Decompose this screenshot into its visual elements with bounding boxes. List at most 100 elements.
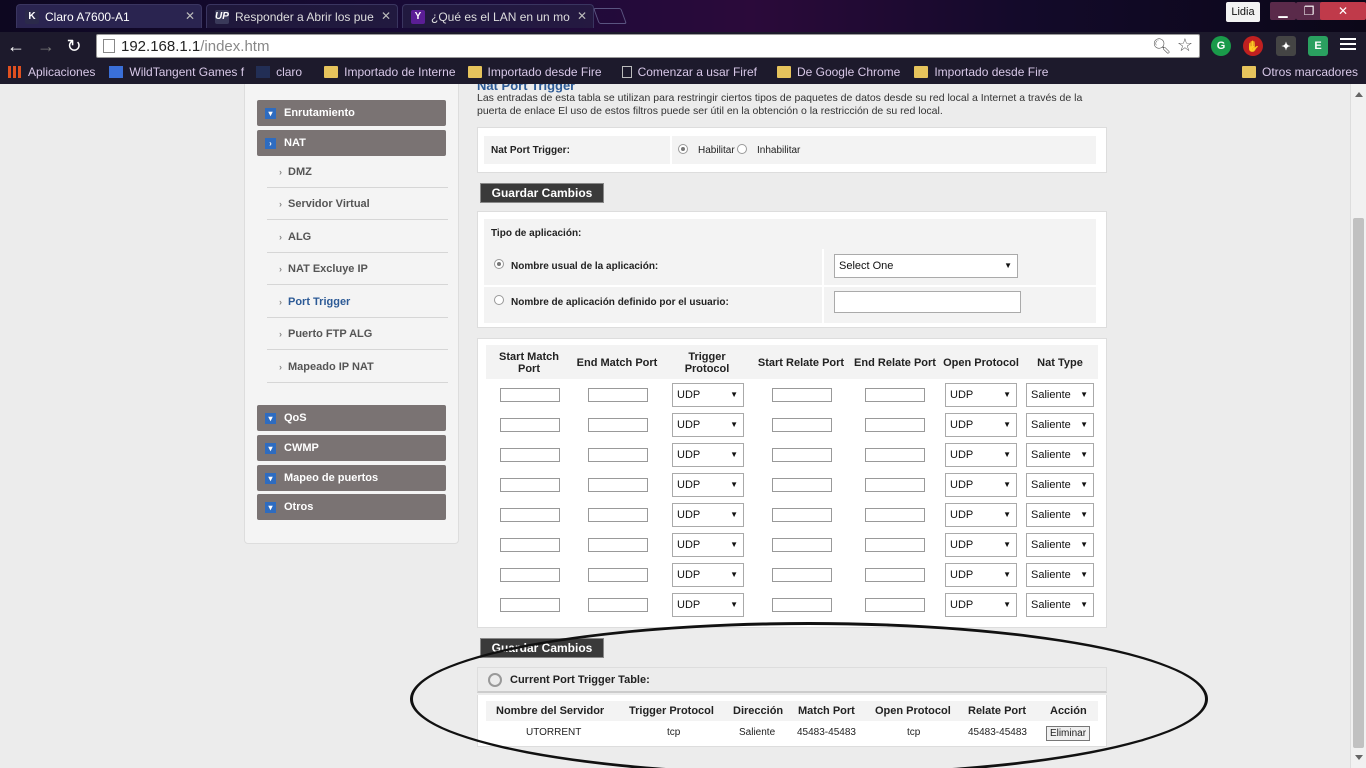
open-protocol-select[interactable]: UDP ▼	[945, 443, 1017, 467]
close-icon[interactable]: ✕	[577, 9, 587, 23]
start-relate-port-input[interactable]	[772, 418, 832, 432]
end-relate-port-input[interactable]	[865, 568, 925, 582]
user-app-radio[interactable]	[494, 295, 504, 305]
end-relate-port-input[interactable]	[865, 448, 925, 462]
open-protocol-select[interactable]: UDP ▼	[945, 533, 1017, 557]
restore-icon[interactable]: ❐	[1296, 2, 1322, 20]
disable-radio[interactable]	[737, 144, 747, 154]
adblock-icon[interactable]: ✋	[1243, 36, 1263, 56]
start-relate-port-input[interactable]	[772, 478, 832, 492]
bookmark-star-icon[interactable]: ☆	[1177, 35, 1193, 56]
trigger-protocol-select[interactable]: UDP ▼	[672, 593, 744, 617]
start-relate-port-input[interactable]	[772, 598, 832, 612]
nat-type-select[interactable]: Saliente ▼	[1026, 593, 1094, 617]
tab-claro[interactable]: K Claro A7600-A1 ✕	[16, 4, 202, 28]
trigger-protocol-select[interactable]: UDP ▼	[672, 563, 744, 587]
extension-icon[interactable]: ✦	[1276, 36, 1296, 56]
scroll-up-icon[interactable]	[1355, 92, 1363, 97]
menu-icon[interactable]	[1340, 38, 1356, 52]
start-match-port-input[interactable]	[500, 538, 560, 552]
open-protocol-select[interactable]: UDP ▼	[945, 473, 1017, 497]
sidebar-item-dmz[interactable]: › DMZ	[267, 156, 448, 188]
grammarly-icon[interactable]: G	[1211, 36, 1231, 56]
delete-button[interactable]: Eliminar	[1046, 726, 1090, 741]
start-relate-port-input[interactable]	[772, 448, 832, 462]
end-match-port-input[interactable]	[588, 538, 648, 552]
nat-type-select[interactable]: Saliente ▼	[1026, 383, 1094, 407]
start-relate-port-input[interactable]	[772, 388, 832, 402]
start-match-port-input[interactable]	[500, 388, 560, 402]
nat-type-select[interactable]: Saliente ▼	[1026, 413, 1094, 437]
start-relate-port-input[interactable]	[772, 538, 832, 552]
start-match-port-input[interactable]	[500, 418, 560, 432]
sidebar-section-qos[interactable]: ▾ QoS	[257, 405, 446, 431]
bookmark-folder[interactable]: De Google Chrome	[776, 65, 900, 79]
start-match-port-input[interactable]	[500, 448, 560, 462]
end-relate-port-input[interactable]	[865, 508, 925, 522]
minimize-icon[interactable]: ▁	[1270, 2, 1296, 20]
open-protocol-select[interactable]: UDP ▼	[945, 383, 1017, 407]
sidebar-section-cwmp[interactable]: ▾ CWMP	[257, 435, 446, 461]
end-match-port-input[interactable]	[588, 598, 648, 612]
enable-radio[interactable]	[678, 144, 688, 154]
trigger-protocol-select[interactable]: UDP ▼	[672, 503, 744, 527]
scrollbar-thumb[interactable]	[1353, 218, 1364, 748]
sidebar-item-alg[interactable]: › ALG	[267, 221, 448, 253]
common-app-select[interactable]: Select One ▼	[834, 254, 1018, 278]
end-match-port-input[interactable]	[588, 568, 648, 582]
trigger-protocol-select[interactable]: UDP ▼	[672, 473, 744, 497]
open-protocol-select[interactable]: UDP ▼	[945, 593, 1017, 617]
end-relate-port-input[interactable]	[865, 388, 925, 402]
nat-type-select[interactable]: Saliente ▼	[1026, 503, 1094, 527]
end-match-port-input[interactable]	[588, 418, 648, 432]
bookmark-page[interactable]: Comenzar a usar Firef	[621, 65, 757, 79]
trigger-protocol-select[interactable]: UDP ▼	[672, 443, 744, 467]
common-app-radio[interactable]	[494, 259, 504, 269]
start-match-port-input[interactable]	[500, 508, 560, 522]
sidebar-section-mapeo-de-puertos[interactable]: ▾ Mapeo de puertos	[257, 465, 446, 491]
end-match-port-input[interactable]	[588, 508, 648, 522]
end-relate-port-input[interactable]	[865, 538, 925, 552]
tab-responder[interactable]: UP Responder a Abrir los pue ✕	[206, 4, 398, 28]
sidebar-item-port-trigger[interactable]: › Port Trigger	[267, 286, 448, 318]
sidebar-item-servidor-virtual[interactable]: › Servidor Virtual	[267, 188, 448, 220]
end-match-port-input[interactable]	[588, 448, 648, 462]
sidebar-section-otros[interactable]: ▾ Otros	[257, 494, 446, 520]
sidebar-item-puerto-ftp-alg[interactable]: › Puerto FTP ALG	[267, 318, 448, 350]
start-relate-port-input[interactable]	[772, 568, 832, 582]
start-match-port-input[interactable]	[500, 598, 560, 612]
sidebar-item-nat-excluye-ip[interactable]: › NAT Excluye IP	[267, 253, 448, 285]
nat-type-select[interactable]: Saliente ▼	[1026, 443, 1094, 467]
end-relate-port-input[interactable]	[865, 478, 925, 492]
end-relate-port-input[interactable]	[865, 418, 925, 432]
user-app-input[interactable]	[834, 291, 1021, 313]
end-match-port-input[interactable]	[588, 388, 648, 402]
bookmark-apps[interactable]: Aplicaciones	[8, 65, 95, 79]
start-match-port-input[interactable]	[500, 478, 560, 492]
trigger-protocol-select[interactable]: UDP ▼	[672, 383, 744, 407]
close-icon[interactable]: ✕	[185, 9, 195, 23]
trigger-protocol-select[interactable]: UDP ▼	[672, 533, 744, 557]
close-icon[interactable]: ✕	[381, 9, 391, 23]
page-scrollbar[interactable]	[1350, 84, 1366, 768]
back-icon[interactable]: ←	[6, 36, 26, 56]
open-protocol-select[interactable]: UDP ▼	[945, 503, 1017, 527]
open-protocol-select[interactable]: UDP ▼	[945, 413, 1017, 437]
bookmark-wildtangent[interactable]: WildTangent Games f	[109, 65, 244, 79]
start-match-port-input[interactable]	[500, 568, 560, 582]
nat-type-select[interactable]: Saliente ▼	[1026, 473, 1094, 497]
nat-type-select[interactable]: Saliente ▼	[1026, 563, 1094, 587]
bookmark-folder[interactable]: Importado desde Fire	[914, 65, 1048, 79]
trigger-protocol-select[interactable]: UDP ▼	[672, 413, 744, 437]
address-bar[interactable]: 192.168.1.1/index.htm 🔍︎ ☆	[96, 34, 1200, 58]
nat-type-select[interactable]: Saliente ▼	[1026, 533, 1094, 557]
reload-icon[interactable]: ↻	[64, 36, 84, 56]
other-bookmarks[interactable]: Otros marcadores	[1242, 65, 1358, 79]
sidebar-section-nat[interactable]: › NAT	[257, 130, 446, 156]
end-match-port-input[interactable]	[588, 478, 648, 492]
new-tab-button[interactable]	[593, 8, 627, 24]
save-button[interactable]: Guardar Cambios	[480, 638, 604, 658]
start-relate-port-input[interactable]	[772, 508, 832, 522]
end-relate-port-input[interactable]	[865, 598, 925, 612]
bookmark-folder[interactable]: Importado de Interne	[324, 65, 456, 79]
